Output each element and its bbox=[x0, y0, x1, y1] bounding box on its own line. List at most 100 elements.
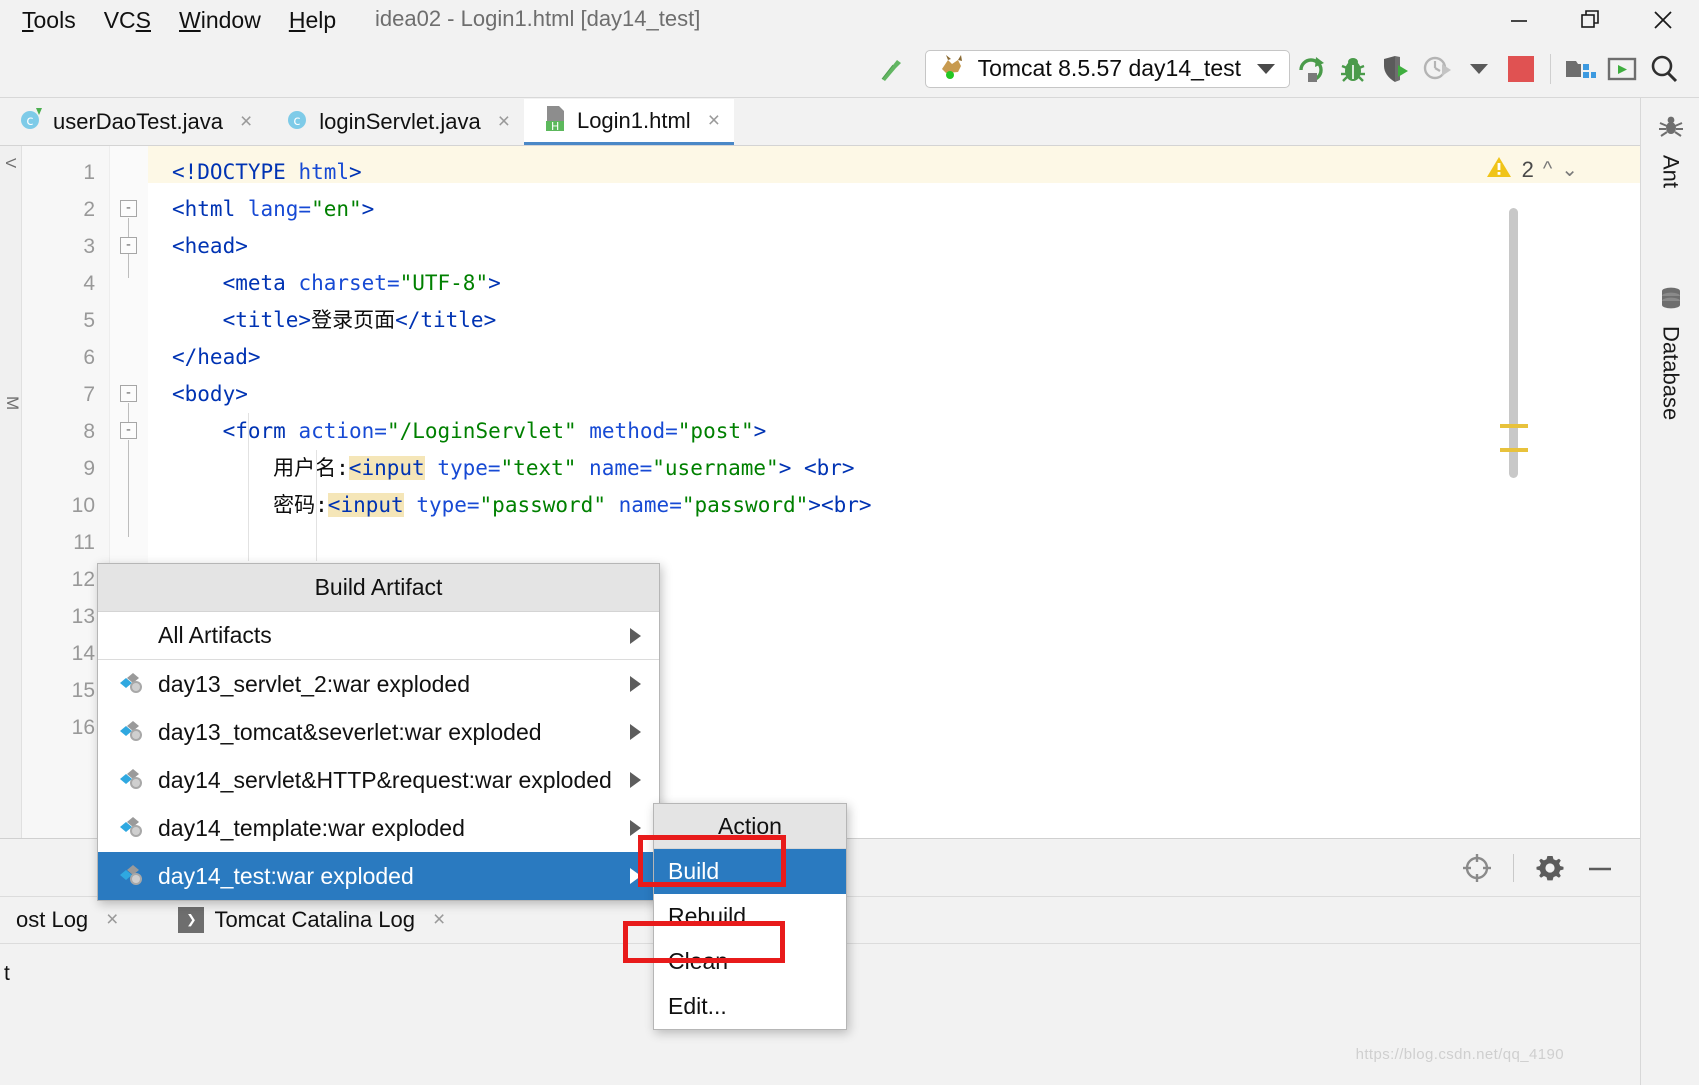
code-token: <br> bbox=[820, 493, 872, 517]
line-number: 2 bbox=[83, 198, 95, 221]
build-hammer-icon[interactable] bbox=[869, 48, 911, 90]
hide-window-icon[interactable] bbox=[1578, 846, 1622, 890]
idea-main-window: Tools VCS Window Help idea02 - Login1.ht… bbox=[0, 0, 1699, 1085]
popup-item-label: day14_test:war exploded bbox=[158, 862, 414, 889]
code-line[interactable]: <!DOCTYPE html> bbox=[172, 154, 362, 191]
code-token: > bbox=[349, 160, 362, 184]
code-token: > bbox=[808, 493, 821, 517]
menu-item-tools[interactable]: Tools bbox=[22, 7, 76, 34]
settings-gear-icon[interactable] bbox=[1528, 846, 1572, 890]
search-everywhere-icon[interactable] bbox=[1643, 48, 1685, 90]
editor-scrollbar[interactable] bbox=[1509, 208, 1518, 478]
code-token: <!DOCTYPE bbox=[172, 160, 299, 184]
submenu-item-label: Rebuild bbox=[668, 903, 746, 929]
editor-tab-label: Login1.html bbox=[576, 107, 691, 133]
popup-item-all-artifacts[interactable]: All Artifacts bbox=[98, 612, 659, 660]
artifact-icon bbox=[120, 864, 146, 888]
code-line[interactable]: </head> bbox=[172, 339, 261, 376]
code-line[interactable]: 密码:<input type="password" name="password… bbox=[172, 487, 872, 524]
code-line[interactable]: <html lang="en"> bbox=[172, 191, 374, 228]
code-line[interactable]: <head> bbox=[172, 228, 248, 265]
run-configuration-selector[interactable]: Tomcat 8.5.57 day14_test bbox=[924, 49, 1290, 88]
code-token: lang= bbox=[247, 197, 312, 221]
tool-window-tab-catalina-log[interactable]: ❯ Tomcat Catalina Log × bbox=[162, 897, 461, 943]
code-line[interactable]: <form action="/LoginServlet" method="pos… bbox=[172, 413, 767, 450]
code-token: "username" bbox=[652, 456, 779, 480]
editor-tab-userdaotest[interactable]: c userDaoTest.java × bbox=[0, 99, 266, 145]
code-line[interactable]: <title>登录页面</title> bbox=[172, 302, 497, 339]
submenu-item-label: Edit... bbox=[668, 993, 727, 1019]
fold-marker-icon[interactable]: - bbox=[120, 385, 137, 402]
restore-icon[interactable] bbox=[1555, 0, 1627, 40]
chevron-down-icon[interactable]: ⌄ bbox=[1561, 157, 1578, 182]
profiler-dropdown-icon[interactable] bbox=[1458, 48, 1500, 90]
close-icon[interactable]: × bbox=[708, 109, 720, 133]
chevron-up-icon[interactable]: ^ bbox=[1543, 158, 1552, 181]
code-token: "UTF-8" bbox=[399, 271, 489, 295]
popup-item-artifact[interactable]: day14_template:war exploded bbox=[98, 804, 659, 852]
submenu-item-clean[interactable]: Clean bbox=[654, 939, 846, 984]
line-number: 15 bbox=[71, 679, 95, 702]
close-icon[interactable]: × bbox=[240, 110, 252, 134]
tool-window-tab-localhost-log[interactable]: ost Log × bbox=[0, 897, 134, 943]
submenu-item-build[interactable]: Build bbox=[654, 849, 846, 894]
chevron-down-icon[interactable] bbox=[1257, 63, 1275, 74]
code-line[interactable]: 用户名:<input type="text" name="username"> … bbox=[172, 450, 855, 487]
code-line[interactable]: <body> bbox=[172, 376, 248, 413]
svg-text:c: c bbox=[294, 114, 301, 129]
right-tool-rail: Ant Database bbox=[1640, 98, 1699, 1085]
tool-tab-label: Ant bbox=[1658, 155, 1684, 189]
close-icon[interactable]: × bbox=[433, 908, 445, 932]
artifact-icon bbox=[120, 816, 146, 840]
minimize-icon[interactable] bbox=[1483, 0, 1555, 40]
editor-tab-login1-html[interactable]: H Login1.html × bbox=[523, 99, 734, 145]
fold-marker-icon[interactable]: - bbox=[120, 422, 137, 439]
tool-window-tab-label: Tomcat Catalina Log bbox=[214, 907, 415, 932]
stop-icon[interactable] bbox=[1500, 48, 1542, 90]
chevron-right-icon bbox=[630, 820, 641, 836]
line-number: 8 bbox=[83, 420, 95, 443]
debug-bug-icon[interactable] bbox=[1332, 48, 1374, 90]
run-with-coverage-icon[interactable] bbox=[1374, 48, 1416, 90]
code-token: "text" bbox=[500, 456, 577, 480]
fold-marker-icon[interactable]: - bbox=[120, 200, 137, 217]
tool-tab-ant[interactable]: Ant bbox=[1641, 112, 1699, 188]
menu-item-help[interactable]: Help bbox=[289, 7, 336, 34]
code-token: action= bbox=[298, 419, 387, 443]
submenu-item-rebuild[interactable]: Rebuild bbox=[654, 894, 846, 939]
popup-item-label: day13_tomcat&severlet:war exploded bbox=[158, 718, 542, 745]
fold-marker-icon[interactable]: - bbox=[120, 237, 137, 254]
toolbar-divider bbox=[1550, 53, 1551, 84]
tool-tab-database[interactable]: Database bbox=[1641, 283, 1699, 420]
submenu-item-label: Build bbox=[668, 858, 720, 884]
code-token: "password" bbox=[479, 493, 606, 517]
profiler-icon[interactable] bbox=[1416, 48, 1458, 90]
run-anything-icon[interactable] bbox=[1601, 48, 1643, 90]
inspection-widget[interactable]: 2 ^ ⌄ bbox=[1485, 154, 1578, 185]
code-token: html bbox=[298, 160, 350, 184]
popup-item-artifact[interactable]: day13_tomcat&severlet:war exploded bbox=[98, 708, 659, 756]
scroll-to-source-icon[interactable] bbox=[1455, 846, 1499, 890]
close-icon[interactable]: × bbox=[498, 110, 510, 134]
code-token: <br> bbox=[804, 456, 855, 480]
chevron-right-icon bbox=[630, 772, 641, 788]
line-number: 14 bbox=[71, 642, 95, 665]
popup-item-artifact[interactable]: day14_test:war exploded bbox=[98, 852, 659, 900]
code-token: <input bbox=[348, 456, 425, 480]
editor-tab-loginservlet[interactable]: c loginServlet.java × bbox=[266, 99, 524, 145]
rerun-icon[interactable] bbox=[1290, 48, 1332, 90]
close-icon[interactable] bbox=[1627, 0, 1699, 40]
menu-item-window[interactable]: Window bbox=[179, 7, 261, 34]
code-line[interactable]: <meta charset="UTF-8"> bbox=[172, 265, 501, 302]
menu-item-vcs[interactable]: VCS bbox=[104, 7, 151, 34]
project-structure-icon[interactable] bbox=[1559, 48, 1601, 90]
popup-item-artifact[interactable]: day13_servlet_2:war exploded bbox=[98, 660, 659, 708]
submenu-item-edit[interactable]: Edit... bbox=[654, 984, 846, 1029]
editor-marker[interactable] bbox=[1500, 448, 1528, 452]
popup-item-artifact[interactable]: day14_servlet&HTTP&request:war exploded bbox=[98, 756, 659, 804]
close-icon[interactable]: × bbox=[106, 908, 118, 932]
action-submenu: Action Build Rebuild Clean Edit... bbox=[653, 803, 847, 1030]
editor-marker[interactable] bbox=[1500, 424, 1528, 428]
